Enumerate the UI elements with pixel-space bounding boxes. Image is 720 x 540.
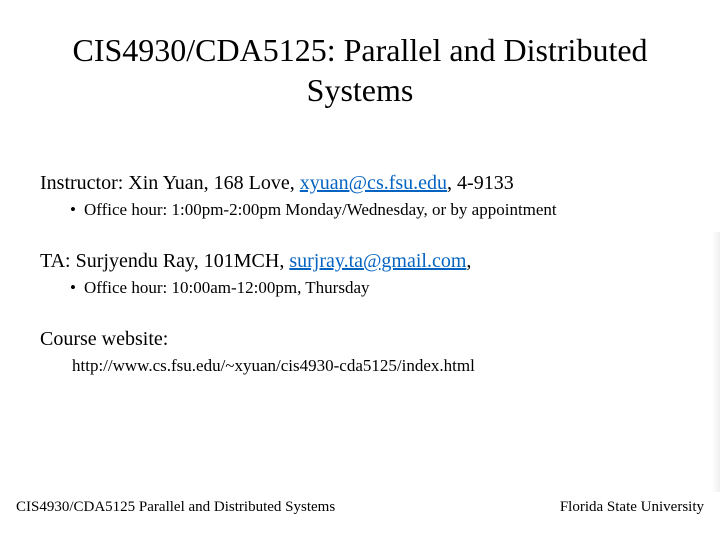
decorative-shadow [712, 232, 720, 492]
instructor-prefix: Instructor: Xin Yuan, 168 Love, [40, 172, 300, 194]
ta-line: TA: Surjyendu Ray, 101MCH, surjray.ta@gm… [40, 248, 680, 275]
instructor-line: Instructor: Xin Yuan, 168 Love, xyuan@cs… [40, 170, 680, 197]
website-url: http://www.cs.fsu.edu/~xyuan/cis4930-cda… [40, 355, 680, 378]
footer-right: Florida State University [560, 499, 704, 516]
instructor-email-link[interactable]: xyuan@cs.fsu.edu [300, 172, 447, 194]
ta-prefix: TA: Surjyendu Ray, 101MCH, [40, 250, 289, 272]
website-label: Course website: [40, 326, 680, 353]
ta-email-link[interactable]: surjray.ta@gmail.com [289, 250, 466, 272]
footer-left: CIS4930/CDA5125 Parallel and Distributed… [16, 499, 335, 516]
slide: CIS4930/CDA5125: Parallel and Distribute… [0, 0, 720, 540]
instructor-section: Instructor: Xin Yuan, 168 Love, xyuan@cs… [40, 170, 680, 222]
instructor-suffix: , 4-9133 [447, 172, 514, 194]
slide-footer: CIS4930/CDA5125 Parallel and Distributed… [16, 499, 704, 516]
slide-title: CIS4930/CDA5125: Parallel and Distribute… [40, 30, 680, 110]
ta-section: TA: Surjyendu Ray, 101MCH, surjray.ta@gm… [40, 248, 680, 300]
ta-office-hours: Office hour: 10:00am-12:00pm, Thursday [40, 277, 680, 300]
instructor-office-hours: Office hour: 1:00pm-2:00pm Monday/Wednes… [40, 199, 680, 222]
slide-content: Instructor: Xin Yuan, 168 Love, xyuan@cs… [40, 170, 680, 404]
ta-suffix: , [466, 250, 471, 272]
website-section: Course website: http://www.cs.fsu.edu/~x… [40, 326, 680, 378]
